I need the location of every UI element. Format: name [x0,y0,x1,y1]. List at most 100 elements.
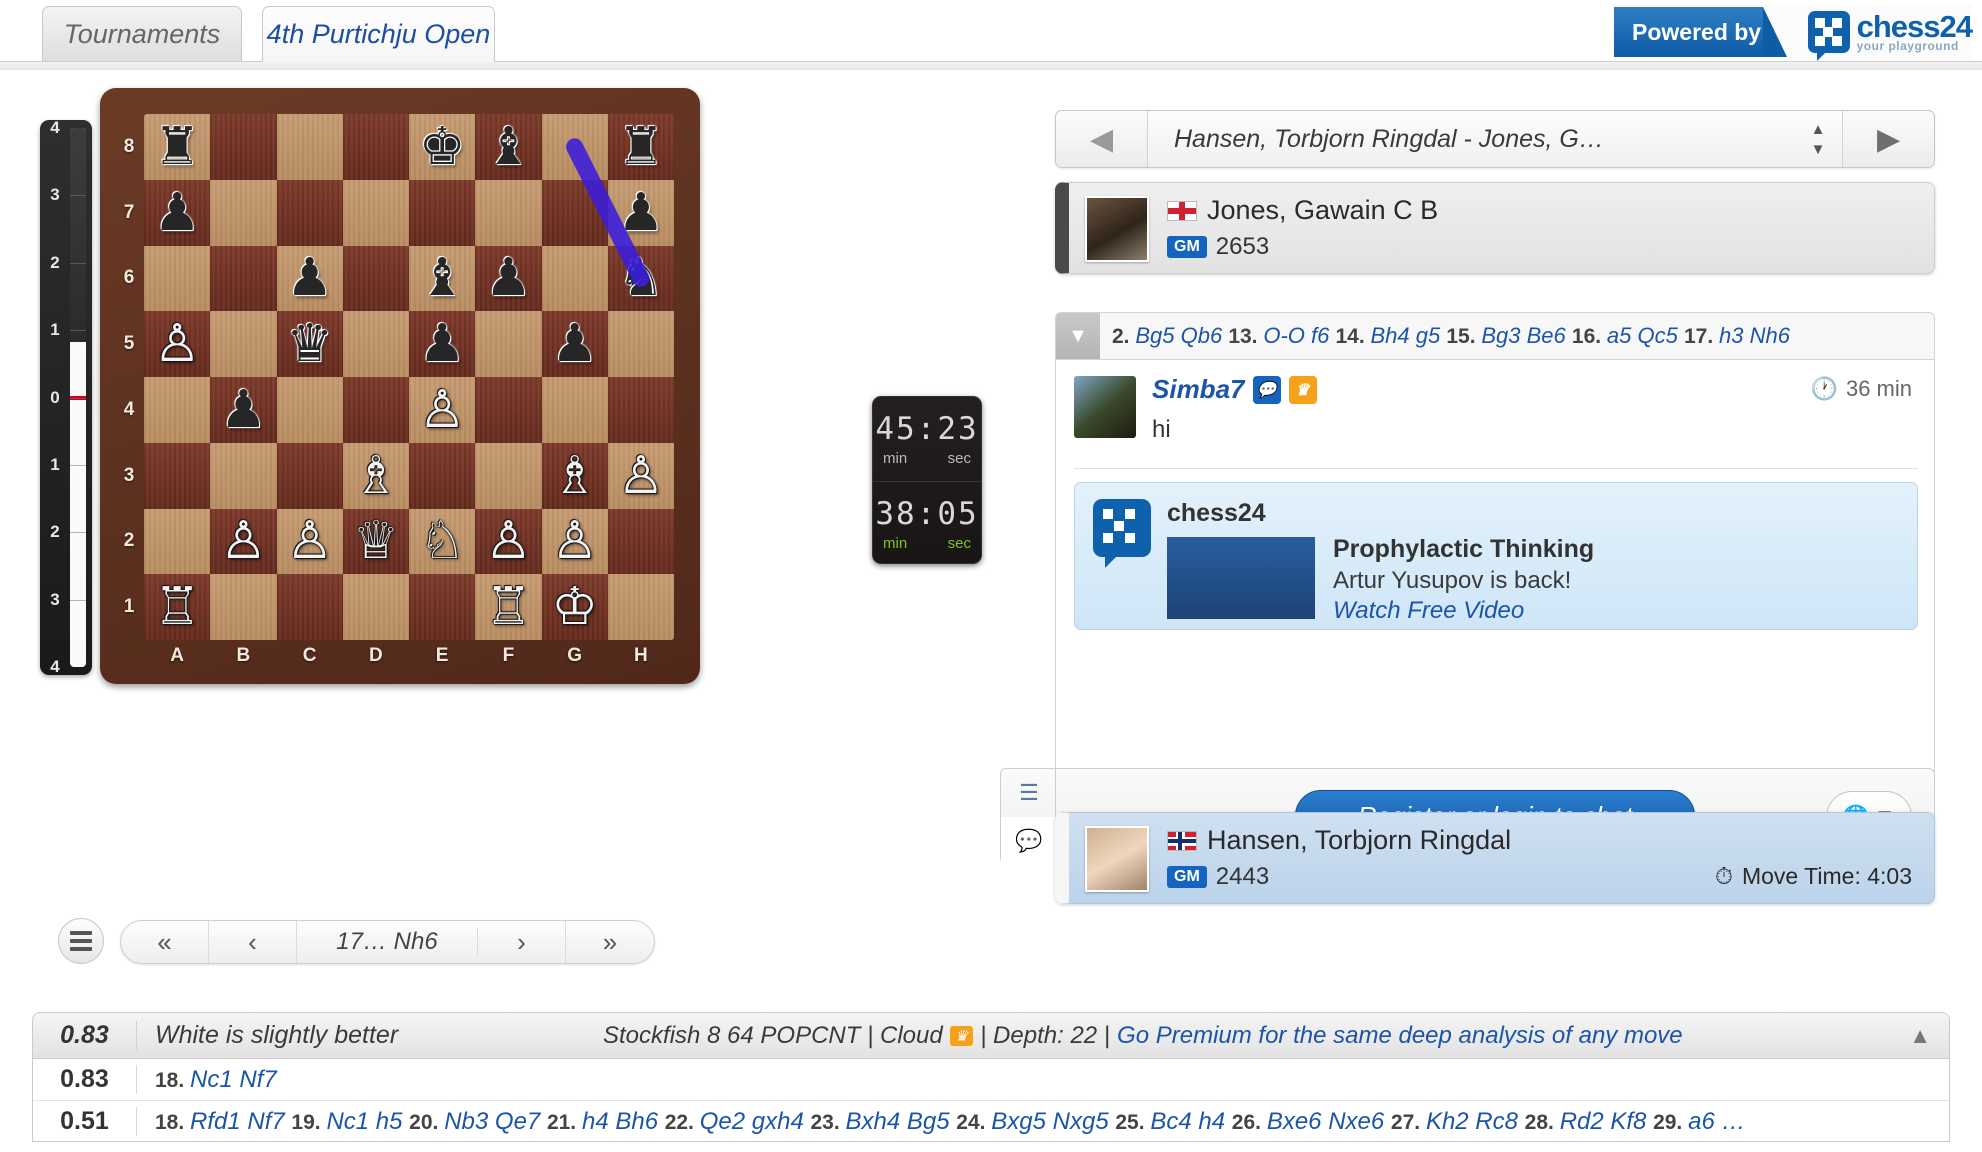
ad-thumbnail[interactable] [1167,537,1315,619]
board-square-d7[interactable] [342,179,409,246]
piece-white-rook-a1[interactable]: ♖ [144,574,210,640]
piece-black-king-e8[interactable]: ♚ [409,114,475,180]
tab-chat[interactable]: 💬 [1001,817,1057,865]
piece-white-knight-e2[interactable]: ♘ [409,509,475,575]
piece-white-pawn-c2[interactable]: ♙ [277,509,343,575]
move-token[interactable]: a6 … [1688,1108,1745,1135]
board-square-d6[interactable] [342,245,409,312]
board-square-c4[interactable] [276,377,343,443]
piece-black-knight-h6[interactable]: ♞ [608,246,674,312]
board-square-d4[interactable] [342,377,409,443]
move-token[interactable]: Nb3 Qe7 [444,1108,547,1135]
board-square-d8[interactable] [342,114,409,180]
piece-black-pawn-b4[interactable]: ♟ [210,377,276,443]
nav-next-move-button[interactable]: › [478,921,566,963]
board-square-f4[interactable] [475,377,542,443]
piece-white-pawn-a5[interactable]: ♙ [144,311,210,377]
board-square-c8[interactable] [276,114,343,180]
board-square-f5[interactable] [475,311,542,377]
piece-white-pawn-f2[interactable]: ♙ [475,509,541,575]
piece-black-pawn-g5[interactable]: ♟ [542,311,608,377]
board-square-h2[interactable] [607,508,674,575]
nav-first-move-button[interactable]: « [121,921,209,963]
move-token[interactable]: Bg3 Be6 [1481,323,1572,348]
board-square-d1[interactable] [342,574,409,640]
board-square-f7[interactable] [475,179,542,246]
prev-game-button[interactable]: ◀ [1056,111,1148,167]
piece-white-bishop-d3[interactable]: ♗ [343,443,409,509]
tab-game-list[interactable]: ☰ [1001,769,1057,817]
board-square-e7[interactable] [409,179,476,246]
board-square-e3[interactable] [409,442,476,509]
piece-white-queen-d2[interactable]: ♕ [343,509,409,575]
player-card-white[interactable]: Hansen, Torbjorn Ringdal GM 2443 ⏱ Move … [1055,812,1935,904]
move-token[interactable]: Bxe6 Nxe6 [1267,1108,1391,1135]
board-square-b1[interactable] [210,574,277,640]
piece-white-pawn-h3[interactable]: ♙ [608,443,674,509]
tab-tournaments[interactable]: Tournaments [42,6,242,62]
board-square-c7[interactable] [276,179,343,246]
move-token[interactable]: Nc1 Nf7 [190,1066,277,1093]
game-title[interactable]: Hansen, Torbjorn Ringdal - Jones, G… [1148,125,1794,154]
piece-black-rook-a8[interactable]: ♜ [144,114,210,180]
board-square-b8[interactable] [210,114,277,180]
piece-white-pawn-g2[interactable]: ♙ [542,509,608,575]
board-menu-button[interactable] [58,918,104,964]
move-token[interactable]: Bxh4 Bg5 [846,1108,957,1135]
piece-black-pawn-e5[interactable]: ♟ [409,311,475,377]
board-square-d5[interactable] [342,311,409,377]
piece-black-queen-c5[interactable]: ♛ [277,311,343,377]
board-square-h4[interactable] [607,377,674,443]
analysis-line-moves[interactable]: 18. Rfd1 Nf7 19. Nc1 h5 20. Nb3 Qe7 21. … [137,1108,1949,1136]
move-token[interactable]: Qe2 gxh4 [700,1108,811,1135]
board-square-a2[interactable] [144,508,211,575]
board-square-a3[interactable] [144,442,211,509]
piece-white-pawn-e4[interactable]: ♙ [409,377,475,443]
ad-watch-link[interactable]: Watch Free Video [1333,597,1524,625]
promo-ad-card[interactable]: chess24 Prophylactic Thinking Artur Yusu… [1074,482,1918,630]
move-token[interactable]: Bg5 Qb6 [1135,323,1228,348]
move-token[interactable]: Kh2 Rc8 [1426,1108,1525,1135]
board-square-g6[interactable] [541,245,608,312]
move-token[interactable]: h4 Bh6 [582,1108,665,1135]
move-token[interactable]: Bxg5 Nxg5 [991,1108,1115,1135]
piece-white-king-g1[interactable]: ♔ [542,574,608,640]
piece-black-bishop-f8[interactable]: ♝ [475,114,541,180]
board-square-g4[interactable] [541,377,608,443]
chess-board[interactable]: ♜ ♚ ♝ ♜ ♟ ♟ ♟ ♝ ♟ ♞ ♙ ♛ ♟ ♟ ♟ ♙ ♗ ♗ ♙ ♙ ♙ ♕ ♘ ♙ ♙ ♖ ♖ ♔ [144,114,674,640]
board-square-c1[interactable] [276,574,343,640]
nav-last-move-button[interactable]: » [566,921,654,963]
powered-by-chess24-banner[interactable]: Powered by chess24 your playground [1612,4,1973,61]
board-square-b7[interactable] [210,179,277,246]
piece-black-pawn-f6[interactable]: ♟ [475,246,541,312]
piece-white-rook-f1[interactable]: ♖ [475,574,541,640]
move-list-moves[interactable]: 2. Bg5 Qb6 13. O-O f6 14. Bh4 g5 15. Bg3… [1100,323,1934,349]
move-token[interactable]: Bc4 h4 [1150,1108,1231,1135]
piece-black-pawn-h7[interactable]: ♟ [608,180,674,246]
board-square-a6[interactable] [144,245,211,312]
tab-4th-purtichju-open[interactable]: 4th Purtichju Open [262,6,495,62]
move-token[interactable]: Bh4 g5 [1371,323,1447,348]
board-square-h1[interactable] [607,574,674,640]
analysis-collapse-button[interactable]: ▲ [1909,1023,1931,1049]
chat-username[interactable]: Simba7 💬 ♛ [1152,374,1317,405]
move-token[interactable]: O-O f6 [1263,323,1335,348]
piece-black-pawn-a7[interactable]: ♟ [144,180,210,246]
move-token[interactable]: Rd2 Kf8 [1560,1108,1653,1135]
board-square-f3[interactable] [475,442,542,509]
piece-white-pawn-b2[interactable]: ♙ [210,509,276,575]
board-square-g7[interactable] [541,179,608,246]
board-square-c3[interactable] [276,442,343,509]
board-square-a4[interactable] [144,377,211,443]
board-square-g8[interactable] [541,114,608,180]
piece-black-rook-h8[interactable]: ♜ [608,114,674,180]
nav-prev-move-button[interactable]: ‹ [209,921,297,963]
board-square-e1[interactable] [409,574,476,640]
piece-black-pawn-c6[interactable]: ♟ [277,246,343,312]
board-square-b5[interactable] [210,311,277,377]
board-square-b3[interactable] [210,442,277,509]
piece-white-bishop-g3[interactable]: ♗ [542,443,608,509]
board-square-b6[interactable] [210,245,277,312]
player-card-black[interactable]: Jones, Gawain C B GM 2653 [1055,182,1935,274]
analysis-line-row[interactable]: 0.83 18. Nc1 Nf7 [33,1059,1949,1101]
